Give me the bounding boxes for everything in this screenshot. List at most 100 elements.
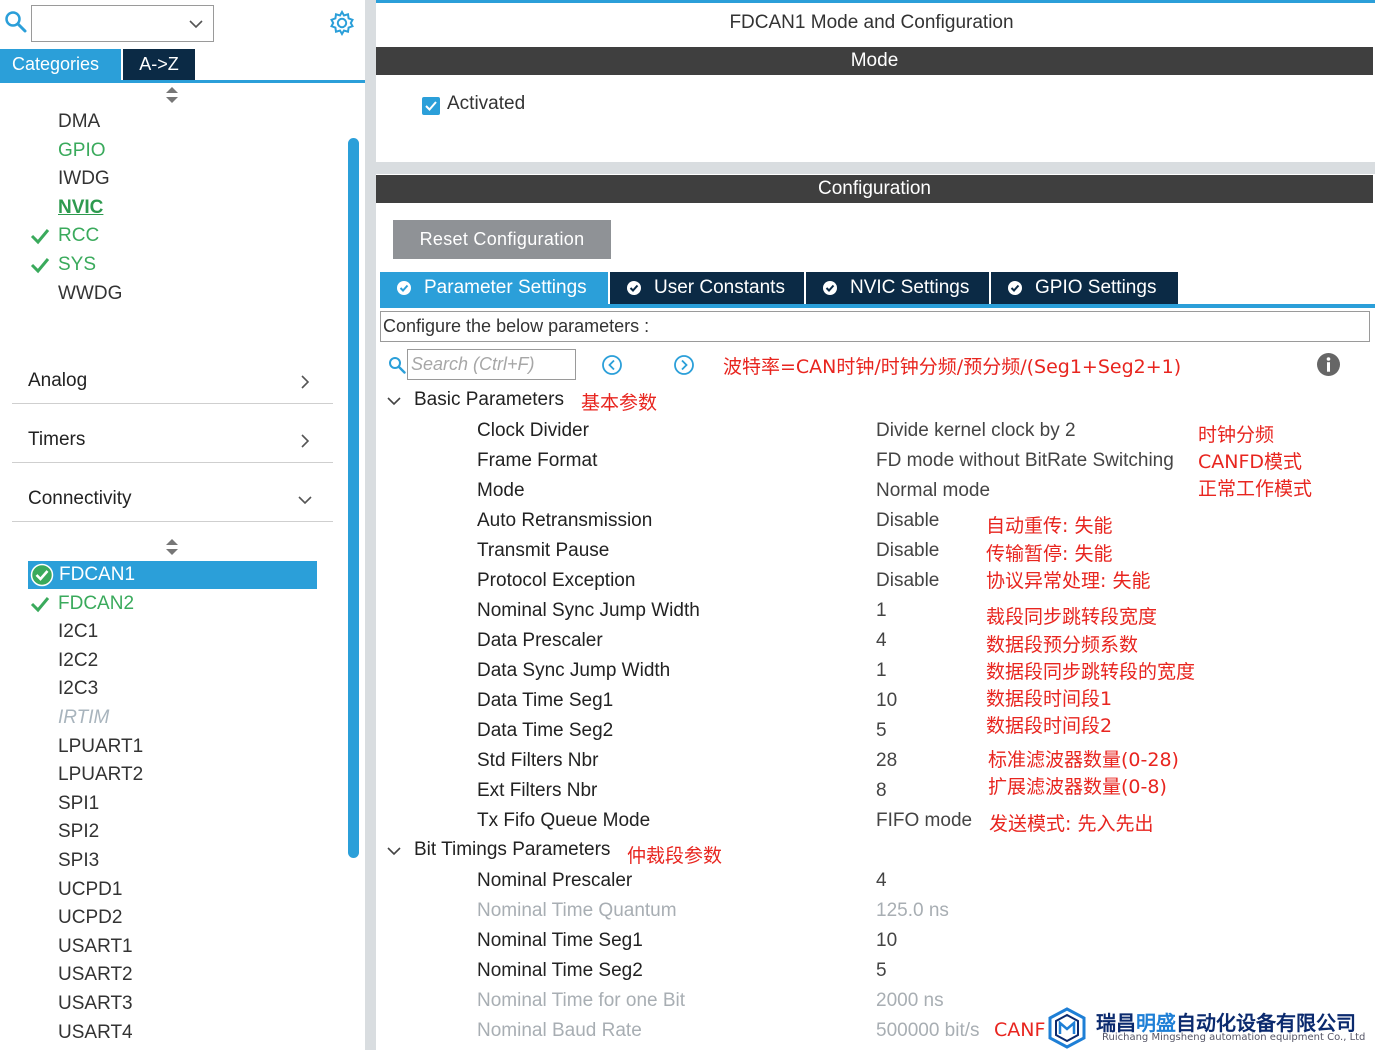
param-row[interactable]: Data Prescaler 4 — [376, 627, 1375, 657]
sidebar-item-ucpd1[interactable]: UCPD1 — [58, 876, 122, 904]
sidebar-scrollbar-thumb[interactable] — [348, 138, 359, 858]
param-value[interactable]: 10 — [876, 690, 897, 712]
sidebar-item-lpuart2[interactable]: LPUART2 — [58, 761, 143, 789]
param-value[interactable]: 1 — [876, 660, 887, 682]
sidebar-item-nvic[interactable]: NVIC — [58, 194, 103, 222]
param-row[interactable]: Ext Filters Nbr 8 — [376, 777, 1375, 807]
annotation-baud-partial: CANF — [994, 1019, 1046, 1041]
param-value[interactable]: 4 — [876, 630, 887, 652]
tab-parameter-settings[interactable]: Parameter Settings — [380, 272, 608, 304]
sidebar-item-rcc[interactable]: RCC — [58, 222, 99, 250]
company-name-en: Ruichang Mingsheng automation equipment … — [1102, 1032, 1366, 1043]
param-name: Tx Fifo Queue Mode — [477, 810, 651, 831]
sort-arrows-icon[interactable] — [165, 86, 179, 104]
param-name: Nominal Time for one Bit — [477, 990, 686, 1011]
sidebar-item-iwdg[interactable]: IWDG — [58, 165, 110, 193]
sidebar-item-fdcan1[interactable]: FDCAN1 — [28, 561, 317, 589]
param-value[interactable]: 8 — [876, 780, 887, 802]
param-row[interactable]: Nominal Time Seg2 5 — [376, 957, 1375, 987]
param-value: 500000 bit/s — [876, 1020, 980, 1041]
page-title: FDCAN1 Mode and Configuration — [729, 12, 1014, 33]
param-row[interactable]: Data Time Seg2 5 — [376, 717, 1375, 747]
section-timers[interactable]: Timers — [12, 421, 333, 463]
pane-splitter[interactable] — [365, 0, 376, 1050]
next-result-icon[interactable] — [673, 354, 695, 376]
tab-gpio-settings[interactable]: GPIO Settings — [991, 272, 1178, 304]
param-value[interactable]: 5 — [876, 720, 887, 742]
tab-nvic-settings[interactable]: NVIC Settings — [806, 272, 989, 304]
gear-icon[interactable] — [328, 9, 356, 37]
param-value[interactable]: FIFO mode — [876, 810, 972, 832]
sort-arrows-icon[interactable] — [165, 538, 179, 556]
tab-categories[interactable]: Categories — [0, 49, 121, 80]
activated-checkbox[interactable] — [422, 97, 440, 115]
annotation-tx-fifo: 发送模式: 先入先出 — [989, 813, 1154, 835]
param-row[interactable]: Nominal Time Seg1 10 — [376, 927, 1375, 957]
param-row[interactable]: Data Time Seg1 10 — [376, 687, 1375, 717]
basic-params-note: 基本参数 — [581, 392, 658, 414]
param-row[interactable]: Nominal Prescaler 4 — [376, 867, 1375, 897]
param-value[interactable]: Disable — [876, 540, 939, 562]
annotation-frame-format: CANFD模式 — [1198, 451, 1303, 473]
category-combo[interactable] — [31, 5, 214, 42]
company-watermark: 瑞昌明盛自动化设备有限公司 Ruichang Mingsheng automat… — [1045, 1005, 1375, 1050]
parameter-search-input[interactable]: Search (Ctrl+F) — [407, 349, 576, 380]
sidebar-item-usart1[interactable]: USART1 — [58, 933, 133, 961]
check-icon — [30, 255, 50, 275]
annotation-std-filters: 标准滤波器数量(0-28) — [988, 749, 1179, 771]
section-label: Analog — [28, 370, 88, 391]
sidebar-item-lpuart1[interactable]: LPUART1 — [58, 733, 143, 761]
sidebar-item-wwdg[interactable]: WWDG — [58, 280, 122, 308]
tab-label: Parameter Settings — [424, 277, 587, 298]
param-value[interactable]: FD mode without BitRate Switching — [876, 450, 1174, 472]
param-row[interactable]: Auto Retransmission Disable — [376, 507, 1375, 537]
sidebar-item-i2c1[interactable]: I2C1 — [58, 618, 98, 646]
previous-result-icon[interactable] — [601, 354, 623, 376]
param-name: Mode — [477, 480, 525, 501]
sidebar-item-usart2[interactable]: USART2 — [58, 961, 133, 989]
search-icon[interactable] — [388, 356, 406, 374]
sidebar-item-gpio[interactable]: GPIO — [58, 137, 106, 165]
sidebar-item-spi2[interactable]: SPI2 — [58, 818, 99, 846]
param-row[interactable]: Std Filters Nbr 28 — [376, 747, 1375, 777]
param-value[interactable]: 10 — [876, 930, 897, 952]
param-row[interactable]: Transmit Pause Disable — [376, 537, 1375, 567]
section-connectivity[interactable]: Connectivity — [12, 480, 333, 522]
param-value[interactable]: 28 — [876, 750, 897, 772]
param-value[interactable]: Divide kernel clock by 2 — [876, 420, 1076, 442]
param-name: Auto Retransmission — [477, 510, 653, 531]
param-value[interactable]: 1 — [876, 600, 887, 622]
sidebar-item-usart4[interactable]: USART4 — [58, 1019, 133, 1047]
sidebar-item-sys[interactable]: SYS — [58, 251, 96, 279]
chevron-down-icon — [298, 496, 312, 505]
sidebar-item-i2c3[interactable]: I2C3 — [58, 675, 98, 703]
sidebar-item-i2c2[interactable]: I2C2 — [58, 647, 98, 675]
param-value[interactable]: Disable — [876, 570, 939, 592]
sidebar-item-spi3[interactable]: SPI3 — [58, 847, 99, 875]
sidebar-item-dma[interactable]: DMA — [58, 108, 100, 136]
info-icon[interactable] — [1316, 352, 1341, 377]
search-icon[interactable] — [4, 10, 28, 34]
settings-tabs: Parameter Settings User Constants NVIC S… — [380, 272, 1375, 308]
reset-configuration-button[interactable]: Reset Configuration — [393, 220, 611, 259]
param-row[interactable]: Nominal Sync Jump Width 1 — [376, 597, 1375, 627]
tab-a-z[interactable]: A->Z — [123, 49, 195, 80]
sidebar-item-fdcan2[interactable]: FDCAN2 — [58, 590, 134, 618]
tab-label: User Constants — [654, 277, 785, 298]
param-value[interactable]: Disable — [876, 510, 939, 532]
tab-user-constants[interactable]: User Constants — [610, 272, 804, 304]
sidebar-item-ucpd2[interactable]: UCPD2 — [58, 904, 122, 932]
param-row[interactable]: Data Sync Jump Width 1 — [376, 657, 1375, 687]
annotation-data-sjw: 数据段同步跳转段的宽度 — [986, 661, 1196, 683]
param-name: Transmit Pause — [477, 540, 610, 561]
section-analog[interactable]: Analog — [12, 362, 333, 404]
param-row[interactable]: Protocol Exception Disable — [376, 567, 1375, 597]
param-value[interactable]: 4 — [876, 870, 887, 892]
sidebar-item-usart3[interactable]: USART3 — [58, 990, 133, 1018]
param-value[interactable]: Normal mode — [876, 480, 990, 502]
param-value[interactable]: 5 — [876, 960, 887, 982]
annotation-clock-divider: 时钟分频 — [1198, 424, 1275, 446]
param-name: Nominal Prescaler — [477, 870, 633, 891]
param-row[interactable]: Tx Fifo Queue Mode FIFO mode — [376, 807, 1375, 837]
sidebar-item-spi1[interactable]: SPI1 — [58, 790, 99, 818]
